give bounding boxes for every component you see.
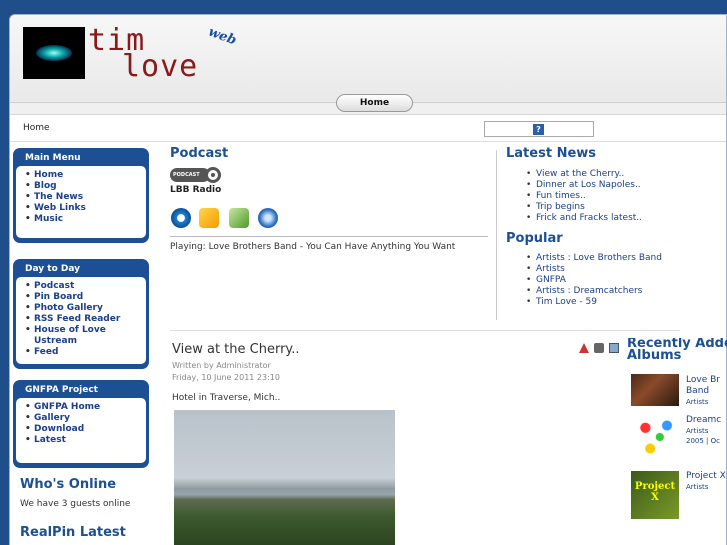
article-date: Friday, 10 June 2011 23:10 xyxy=(172,373,280,382)
search-box[interactable]: ? xyxy=(484,121,594,137)
album-name[interactable]: Project X xyxy=(686,471,726,482)
winamp-icon[interactable] xyxy=(199,208,219,228)
day-to-day-module: Day to Day Podcast Pin Board Photo Galle… xyxy=(13,259,149,369)
article-body: Hotel in Traverse, Mich.. xyxy=(172,393,281,403)
latest-news-title: Latest News xyxy=(506,146,597,161)
menu-item-blog[interactable]: Blog xyxy=(24,181,140,192)
menu-item-gnfpa-home[interactable]: GNFPA Home xyxy=(24,402,140,413)
album-thumb-project-x[interactable]: Project X xyxy=(631,471,679,519)
menu-item-web-links[interactable]: Web Links xyxy=(24,203,140,214)
article-author: Written by Administrator xyxy=(172,361,271,370)
podcast-badge[interactable]: PODCAST xyxy=(170,168,210,182)
search-button[interactable]: ? xyxy=(533,124,544,135)
content-divider xyxy=(10,141,726,142)
main-menu-body: Home Blog The News Web Links Music xyxy=(16,166,146,238)
popular-item[interactable]: Artists : Love Brothers Band xyxy=(524,253,662,264)
menu-item-rss-feed-reader[interactable]: RSS Feed Reader xyxy=(24,314,140,325)
album-name[interactable]: Dreamc xyxy=(686,415,721,426)
album-thumb-love-brothers[interactable] xyxy=(631,374,679,406)
menu-item-photo-gallery[interactable]: Photo Gallery xyxy=(24,303,140,314)
article-top-divider xyxy=(170,330,680,331)
logo-eye-icon xyxy=(36,45,72,61)
album-thumb-label: Project X xyxy=(631,471,679,503)
menu-item-gallery[interactable]: Gallery xyxy=(24,413,140,424)
menu-item-podcast[interactable]: Podcast xyxy=(24,281,140,292)
latest-news-item[interactable]: Frick and Fracks latest.. xyxy=(524,213,642,224)
menu-item-feed-text: Feed xyxy=(34,347,59,357)
album-thumb-label-line1: Project xyxy=(634,481,676,492)
latest-news-item[interactable]: Dinner at Los Napoles.. xyxy=(524,180,642,191)
podcast-station: LBB Radio xyxy=(170,185,222,195)
article-photo[interactable] xyxy=(174,410,395,545)
whos-online-title: Who's Online xyxy=(20,477,117,492)
menu-item-feed-continuation[interactable]: Feed xyxy=(24,347,140,358)
podcast-badge-text: PODCAST xyxy=(173,172,200,178)
whos-online-text: We have 3 guests online xyxy=(20,499,131,509)
logo-text-web: web xyxy=(206,24,239,49)
album-name-cont[interactable]: Band xyxy=(686,386,709,397)
quicktime-icon[interactable] xyxy=(258,208,278,228)
gnfpa-body: GNFPA Home Gallery Download Latest xyxy=(16,398,146,463)
menu-item-home[interactable]: Home xyxy=(24,170,140,181)
album-thumb-dreamcatchers[interactable] xyxy=(631,414,679,460)
album-date: 2005 | Oc xyxy=(686,437,720,445)
recent-albums-title-line2: Albums xyxy=(627,348,682,362)
day-to-day-body: Podcast Pin Board Photo Gallery RSS Feed… xyxy=(16,277,146,364)
print-icon[interactable] xyxy=(594,343,604,353)
menu-item-house-of-love[interactable]: House of Love Ustream xyxy=(24,325,140,347)
album-thumb-label-line2: X xyxy=(651,492,659,503)
nav-home-tab[interactable]: Home xyxy=(336,94,413,112)
latest-news-item[interactable]: Trip begins xyxy=(524,202,642,213)
podcast-divider xyxy=(170,236,488,237)
gnfpa-module: GNFPA Project GNFPA Home Gallery Downloa… xyxy=(13,380,149,468)
latest-news-item[interactable]: Fun times.. xyxy=(524,191,642,202)
breadcrumb: Home xyxy=(23,123,50,133)
popular-item[interactable]: Artists : Dreamcatchers xyxy=(524,286,662,297)
podcast-icon xyxy=(205,167,221,183)
album-category[interactable]: Artists xyxy=(686,426,708,436)
gnfpa-title: GNFPA Project xyxy=(25,385,98,395)
album-category[interactable]: Artists xyxy=(686,482,708,492)
windows-media-player-icon[interactable] xyxy=(171,208,191,228)
column-divider xyxy=(496,150,497,320)
main-menu-module: Main Menu Home Blog The News Web Links M… xyxy=(13,148,149,243)
menu-item-pin-board[interactable]: Pin Board xyxy=(24,292,140,303)
menu-item-latest[interactable]: Latest xyxy=(24,435,140,446)
popular-item[interactable]: Tim Love - 59 xyxy=(524,297,662,308)
latest-news-item[interactable]: View at the Cherry.. xyxy=(524,169,642,180)
popular-title: Popular xyxy=(506,231,563,246)
podcast-now-playing: Playing: Love Brothers Band - You Can Ha… xyxy=(170,242,456,252)
logo-text-love: love xyxy=(122,49,199,84)
popular-item[interactable]: GNFPA xyxy=(524,275,662,286)
realpin-title: RealPin Latest xyxy=(20,525,126,540)
podcast-title: Podcast xyxy=(170,146,229,161)
popular-list: Artists : Love Brothers Band Artists GNF… xyxy=(524,253,662,308)
album-name[interactable]: Love Br xyxy=(686,375,720,386)
menu-item-download[interactable]: Download xyxy=(24,424,140,435)
popular-item[interactable]: Artists xyxy=(524,264,662,275)
recent-albums-title: Recently Added Albums xyxy=(627,338,727,362)
article-title[interactable]: View at the Cherry.. xyxy=(172,342,300,357)
menu-item-the-news[interactable]: The News xyxy=(24,192,140,203)
latest-news-list: View at the Cherry.. Dinner at Los Napol… xyxy=(524,169,642,224)
site-header: tim love web xyxy=(10,15,726,103)
album-category[interactable]: Artists xyxy=(686,397,708,407)
logo-image[interactable] xyxy=(23,27,85,79)
itunes-icon[interactable] xyxy=(229,208,249,228)
menu-item-music[interactable]: Music xyxy=(24,214,140,225)
email-icon[interactable] xyxy=(609,343,619,353)
day-to-day-title: Day to Day xyxy=(25,264,81,274)
main-menu-title: Main Menu xyxy=(25,153,81,163)
